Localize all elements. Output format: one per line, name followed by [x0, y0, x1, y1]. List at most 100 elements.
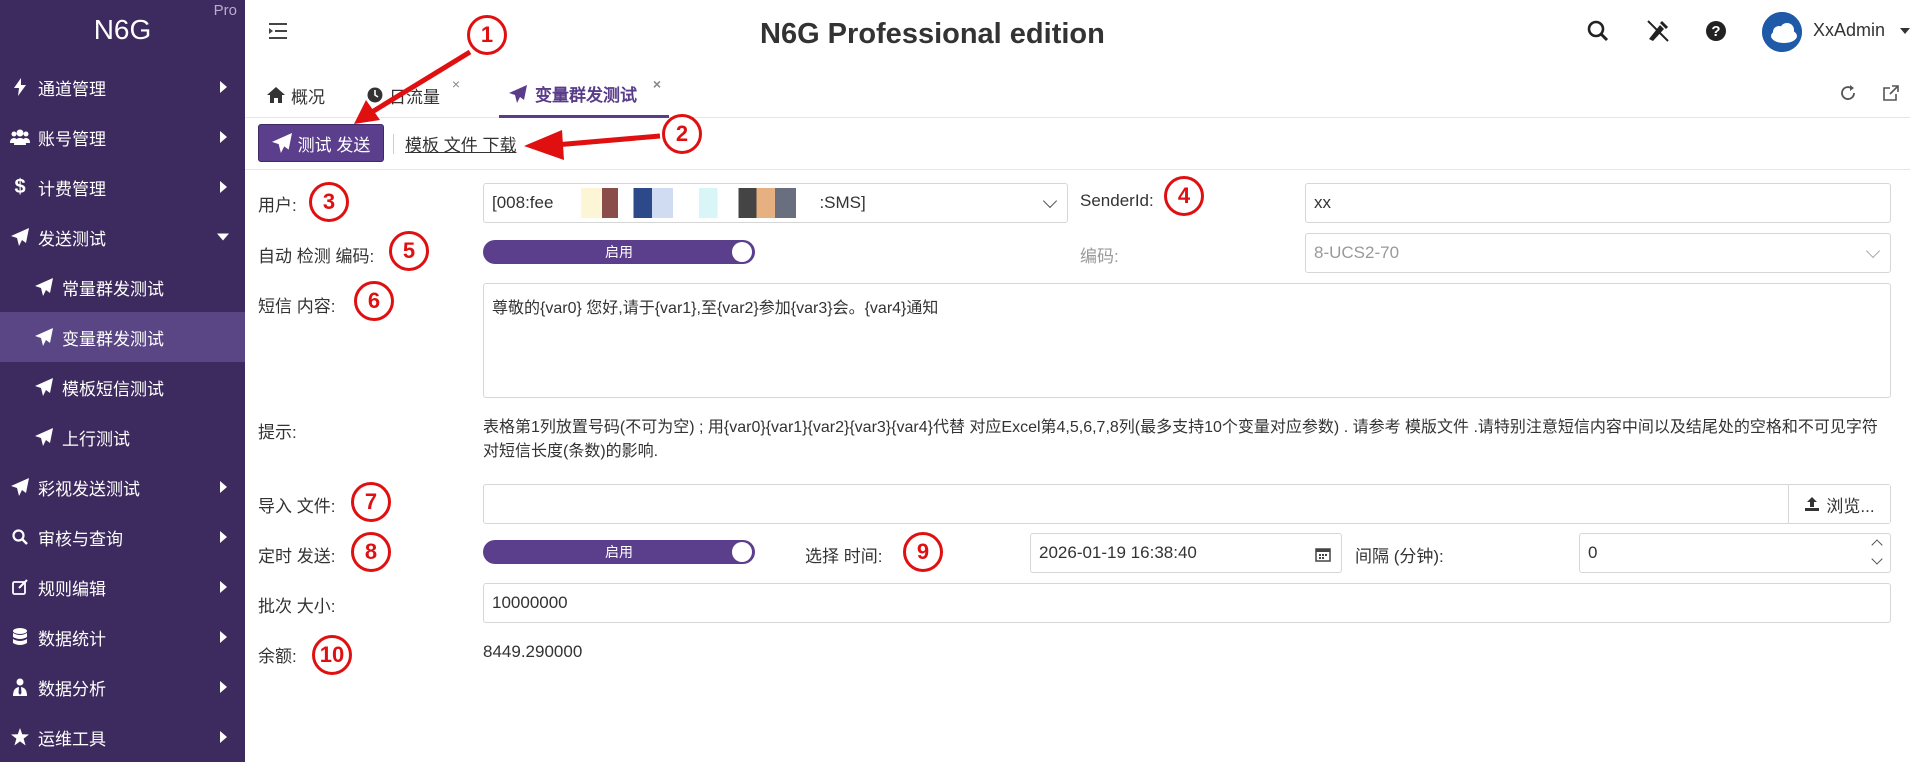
refresh-icon[interactable] — [1835, 80, 1861, 106]
user-tie-icon — [8, 678, 32, 696]
tab-daily-traffic[interactable]: 日流量 × — [363, 72, 466, 118]
chevron-down-icon — [1042, 193, 1058, 209]
sidebar-item-label: 彩视发送测试 — [38, 479, 140, 499]
sidebar-item-data-analysis[interactable]: 数据分析 — [0, 662, 245, 712]
external-link-icon[interactable] — [1878, 80, 1904, 106]
hint-text: 表格第1列放置号码(不可为空) ; 用{var0}{var1}{var2}{va… — [483, 419, 1878, 460]
close-icon[interactable]: × — [452, 76, 460, 92]
user-value-prefix: [008:fee — [492, 193, 554, 212]
help-icon[interactable]: ? — [1703, 18, 1729, 44]
batch-size-value: 10000000 — [492, 593, 568, 612]
sidebar-item-send-test[interactable]: 发送测试 — [0, 212, 245, 262]
sidebar: N6G Pro 通道管理 账号管理 $ 计费管理 发送测试 常量群发测试 变量群… — [0, 0, 245, 762]
menu-toggle-icon[interactable] — [267, 20, 289, 42]
auto-detect-label: 自动 检测 编码: — [258, 247, 375, 266]
toggle-knob — [732, 542, 752, 562]
annotation-marker-10: 10 — [312, 635, 352, 675]
annotation-marker-3: 3 — [309, 182, 349, 222]
sidebar-item-template-sms-test[interactable]: 模板短信测试 — [0, 362, 245, 412]
annotation-marker-5: 5 — [389, 231, 429, 271]
tab-label: 日流量 — [389, 87, 440, 107]
select-time-label: 选择 时间: — [805, 547, 883, 566]
annotation-marker-8: 8 — [351, 532, 391, 572]
sidebar-item-data-stats[interactable]: 数据统计 — [0, 612, 245, 662]
paper-plane-icon — [8, 228, 32, 246]
sms-content-value: 尊敬的{var0} 您好,请于{var1},至{var2}参加{var3}会。{… — [492, 300, 939, 317]
annotation-marker-4: 4 — [1164, 176, 1204, 216]
sender-id-value: xx — [1314, 193, 1331, 212]
test-send-button[interactable]: 测试 发送 — [258, 124, 384, 162]
avatar[interactable] — [1762, 12, 1802, 52]
template-download-link[interactable]: 模板 文件 下载 — [405, 131, 516, 156]
chevron-right-icon — [220, 481, 227, 493]
paper-plane-icon — [8, 478, 32, 496]
sidebar-item-label: 运维工具 — [38, 729, 106, 749]
balance-value: 8449.290000 — [483, 642, 583, 661]
svg-text:?: ? — [1711, 23, 1720, 40]
edit-icon — [8, 579, 32, 595]
sidebar-item-channel[interactable]: 通道管理 — [0, 62, 245, 112]
bolt-icon — [8, 78, 32, 96]
user-label: 用户: — [258, 196, 297, 215]
interval-value: 0 — [1588, 543, 1598, 562]
content-label: 短信 内容: — [258, 297, 336, 316]
sms-content-textarea[interactable]: 尊敬的{var0} 您好,请于{var1},至{var2}参加{var3}会。{… — [483, 283, 1891, 398]
stepper-up-icon[interactable] — [1871, 539, 1883, 551]
sidebar-item-label: 账号管理 — [38, 129, 106, 149]
interval-stepper[interactable]: 0 — [1579, 533, 1891, 573]
batch-size-input[interactable]: 10000000 — [483, 583, 1891, 623]
toggle-label: 启用 — [605, 544, 633, 560]
sidebar-item-audit-query[interactable]: 审核与查询 — [0, 512, 245, 562]
sidebar-item-accounts[interactable]: 账号管理 — [0, 112, 245, 162]
chevron-down-icon — [1865, 243, 1881, 259]
schedule-send-toggle[interactable]: 启用 — [483, 540, 755, 564]
sidebar-item-ops-tools[interactable]: 运维工具 — [0, 712, 245, 762]
schedule-send-label: 定时 发送: — [258, 547, 336, 566]
sidebar-item-constant-mass-test[interactable]: 常量群发测试 — [0, 262, 245, 312]
sidebar-item-variable-mass-test[interactable]: 变量群发测试 — [0, 312, 245, 362]
browse-label: 浏览... — [1826, 496, 1875, 516]
paper-plane-icon — [271, 133, 292, 153]
chevron-right-icon — [220, 81, 227, 93]
palette-icon[interactable] — [1645, 18, 1671, 44]
user-select[interactable]: [008:fee :SMS] — [483, 183, 1068, 223]
datetime-input[interactable]: 2026-01-19 16:38:40 — [1030, 533, 1342, 573]
chevron-right-icon — [220, 531, 227, 543]
chevron-right-icon — [220, 681, 227, 693]
import-file-label: 导入 文件: — [258, 497, 336, 516]
datetime-value: 2026-01-19 16:38:40 — [1039, 543, 1197, 562]
username[interactable]: XxAdmin — [1813, 20, 1885, 41]
sender-id-input[interactable]: xx — [1305, 183, 1891, 223]
user-value-suffix: :SMS] — [819, 193, 866, 212]
auto-detect-toggle[interactable]: 启用 — [483, 240, 755, 264]
browse-button[interactable]: 浏览... — [1788, 485, 1890, 523]
sidebar-item-uplink-test[interactable]: 上行测试 — [0, 412, 245, 462]
sidebar-item-label: 模板短信测试 — [62, 379, 164, 399]
sidebar-item-rule-edit[interactable]: 规则编辑 — [0, 562, 245, 612]
brand: N6G Pro — [0, 0, 245, 62]
annotation-marker-6: 6 — [354, 281, 394, 321]
dollar-icon: $ — [14, 175, 26, 198]
close-icon[interactable]: × — [653, 76, 661, 92]
sidebar-item-label: 审核与查询 — [38, 529, 123, 549]
annotation-marker-1: 1 — [467, 15, 507, 55]
tab-label: 变量群发测试 — [535, 86, 637, 105]
toolbar: 测试 发送 模板 文件 下载 — [245, 118, 1910, 170]
sidebar-item-video-send-test[interactable]: 彩视发送测试 — [0, 462, 245, 512]
test-send-label: 测试 发送 — [297, 135, 371, 155]
tab-overview[interactable]: 概况 — [263, 72, 329, 118]
chevron-down-icon — [217, 233, 229, 241]
sidebar-item-label: 发送测试 — [38, 229, 106, 249]
page-title: N6G Professional edition — [760, 18, 1105, 50]
paper-plane-icon — [509, 84, 527, 103]
tab-variable-mass-test[interactable]: 变量群发测试 × — [499, 72, 669, 118]
sidebar-item-label: 数据统计 — [38, 629, 106, 649]
stepper-down-icon[interactable] — [1871, 553, 1883, 565]
redacted-block — [555, 188, 818, 218]
chevron-down-icon[interactable] — [1900, 28, 1910, 34]
sidebar-item-label: 变量群发测试 — [62, 329, 164, 349]
import-file-input[interactable]: 浏览... — [483, 484, 1891, 524]
edition-badge: Pro — [213, 2, 237, 19]
sidebar-item-billing[interactable]: $ 计费管理 — [0, 162, 245, 212]
search-icon[interactable] — [1585, 18, 1611, 44]
